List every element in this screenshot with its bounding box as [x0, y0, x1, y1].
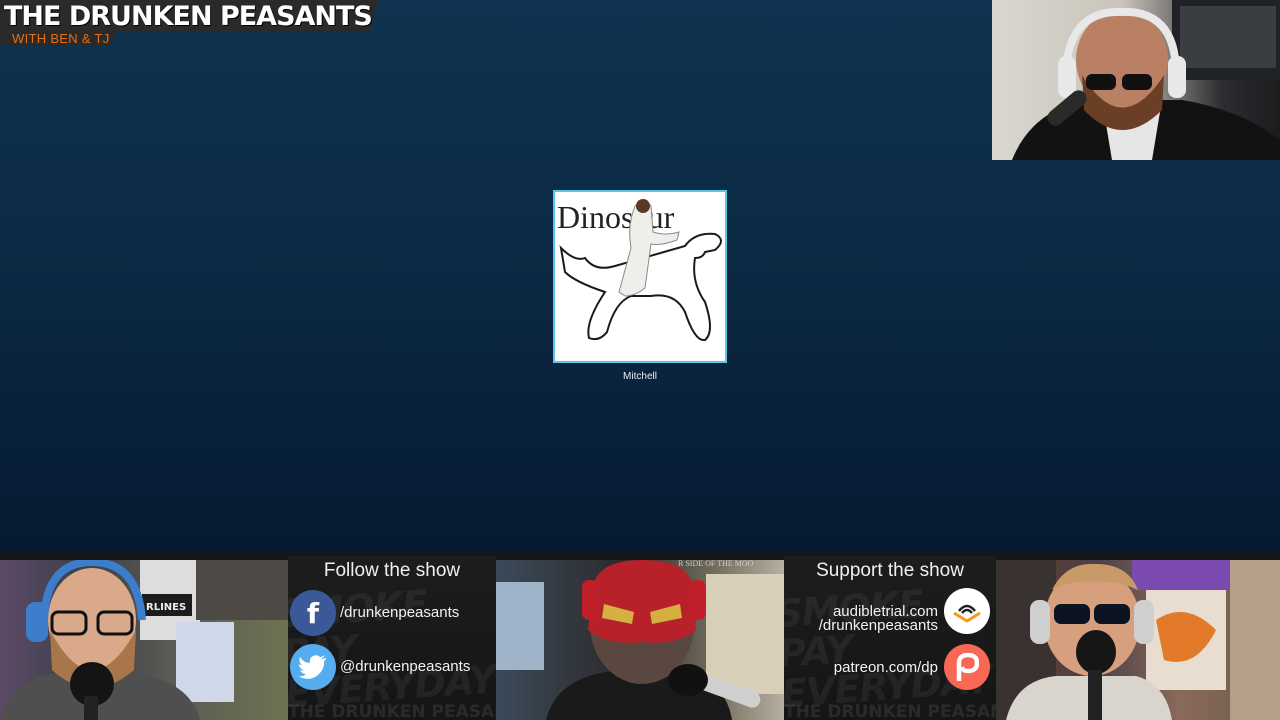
webcam-host-middle: R SIDE OF THE MOO	[496, 560, 784, 720]
show-logo-title: THE DRUNKEN PEASANTS	[4, 1, 373, 32]
webcam-host-left-figure: RLINES	[0, 560, 288, 720]
panel-footer-watermark: THE DRUNKEN PEASANTS	[288, 702, 496, 720]
audible-icon	[944, 588, 990, 634]
participant-avatar-tile[interactable]: Dinosaur	[553, 190, 727, 363]
twitter-bird-glyph	[299, 655, 326, 679]
audible-link-row[interactable]: audibletrial.com /drunkenpeasants	[784, 588, 990, 636]
facebook-handle: /drunkenpeasants	[340, 604, 460, 621]
webcam-host-right	[996, 560, 1280, 720]
webcam-host-top-right	[992, 0, 1280, 160]
webcam-host-left: RLINES	[0, 560, 288, 720]
webcam-host-middle-figure: R SIDE OF THE MOO	[496, 560, 784, 720]
show-logo-subtitle: WITH BEN & TJ	[12, 31, 110, 46]
panel-footer-watermark: THE DRUNKEN PEASANTS	[784, 702, 996, 720]
follow-the-show-panel: SMOKE PAY EVERYDAY Follow the show f /dr…	[288, 556, 496, 720]
avatar-drawing-text: Dinosaur	[557, 199, 675, 235]
webcam-host-figure	[1012, 0, 1280, 160]
support-the-show-panel: SMOKE PAY EVERYDAY Support the show audi…	[784, 556, 996, 720]
patreon-link-row[interactable]: patreon.com/dp	[784, 644, 990, 692]
audible-wave-glyph	[953, 604, 981, 623]
support-panel-heading: Support the show	[816, 560, 964, 581]
middle-poster-text: R SIDE OF THE MOO	[678, 560, 754, 568]
patreon-p-glyph	[956, 653, 979, 681]
twitter-link-row[interactable]: @drunkenpeasants	[290, 644, 494, 690]
facebook-icon: f	[290, 590, 336, 636]
audible-path: /drunkenpeasants	[818, 617, 938, 634]
patreon-icon	[944, 644, 990, 690]
audible-link-text: audibletrial.com /drunkenpeasants	[818, 604, 938, 634]
twitter-icon	[290, 644, 336, 690]
dinosaur-drawing-image: Dinosaur	[557, 199, 722, 342]
patreon-link: patreon.com/dp	[833, 659, 938, 676]
twitter-handle: @drunkenpeasants	[340, 658, 471, 675]
participant-name-label: Mitchell	[623, 371, 657, 382]
left-poster-text: RLINES	[146, 602, 186, 613]
facebook-link-row[interactable]: f /drunkenpeasants	[290, 590, 494, 636]
webcam-host-right-figure	[996, 560, 1280, 720]
follow-panel-heading: Follow the show	[323, 560, 461, 581]
